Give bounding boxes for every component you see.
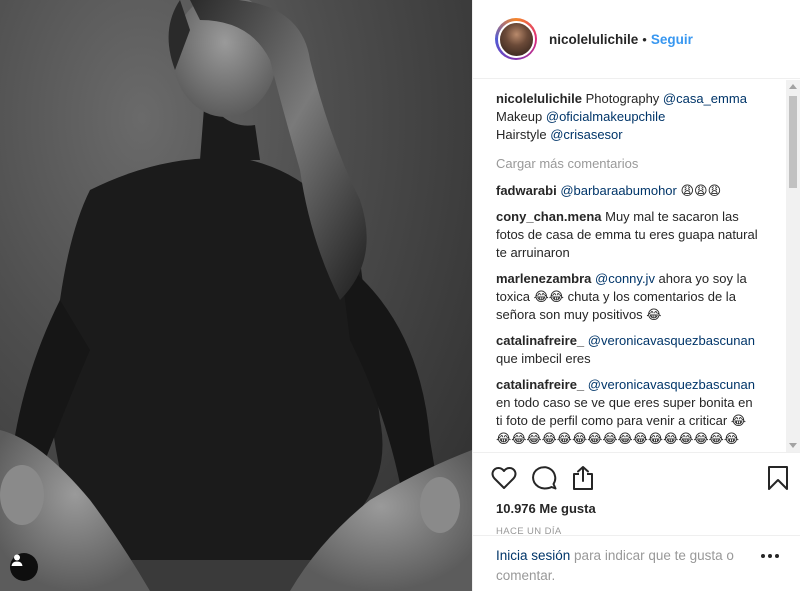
header-separator: • [642, 31, 647, 47]
caption-username[interactable]: nicolelulichile [496, 91, 582, 106]
post-caption: nicolelulichile Photography @casa_emma M… [496, 90, 761, 144]
load-more-comments-button[interactable]: Cargar más comentarios [496, 156, 785, 171]
action-icons-row [487, 459, 800, 497]
caption-mention-3[interactable]: @crisasesor [550, 127, 622, 142]
post-actions: 10.976 Me gusta HACE UN DÍA [473, 452, 800, 537]
comment-text: 😩😩😩 [676, 183, 722, 198]
comment-mention[interactable]: @barbaraabumohor [560, 183, 677, 198]
comment-icon [532, 466, 557, 490]
comment-item: catalinafreire_ @veronicavasquezbascunan… [496, 332, 761, 368]
post-header: nicolelulichile • Seguir [473, 0, 800, 79]
post-photo[interactable] [0, 0, 472, 591]
avatar[interactable] [495, 18, 537, 60]
like-button[interactable] [487, 459, 527, 497]
instagram-post: nicolelulichile • Seguir nicolelulichile… [0, 0, 800, 591]
share-icon [573, 466, 593, 490]
comments-list: nicolelulichile Photography @casa_emma M… [473, 80, 785, 452]
avatar-image [497, 20, 535, 58]
login-prompt: Inicia sesión para indicar que te gusta … [473, 535, 800, 591]
scroll-up-arrow-icon[interactable] [789, 84, 797, 89]
comment-text: en todo caso se ve que eres super bonita… [496, 395, 753, 446]
bookmark-icon [768, 466, 788, 490]
comment-username[interactable]: fadwarabi [496, 183, 557, 198]
photo-illustration [0, 0, 472, 591]
comment-username[interactable]: catalinafreire_ [496, 333, 584, 348]
caption-mention-2[interactable]: @oficialmakeupchile [546, 109, 665, 124]
comment-mention[interactable]: @veronicavasquezbascunan [588, 333, 755, 348]
dot [768, 554, 772, 558]
login-prompt-text: Inicia sesión para indicar que te gusta … [496, 546, 756, 586]
header-username[interactable]: nicolelulichile [549, 32, 638, 47]
comment-item: marlenezambra @conny.jv ahora yo soy la … [496, 270, 761, 324]
comment-username[interactable]: cony_chan.mena [496, 209, 602, 224]
comment-item: cony_chan.mena Muy mal te sacaron las fo… [496, 208, 761, 262]
save-button[interactable] [749, 459, 789, 497]
scroll-down-arrow-icon[interactable] [789, 443, 797, 448]
comment-mention[interactable]: @veronicavasquezbascunan [588, 377, 755, 392]
caption-mention-1[interactable]: @casa_emma [663, 91, 747, 106]
caption-text-2: Makeup [496, 109, 546, 124]
share-button[interactable] [567, 459, 607, 497]
comments-scrollbar[interactable] [786, 80, 800, 452]
caption-text-3: Hairstyle [496, 127, 551, 142]
user-tag-button[interactable] [10, 553, 38, 581]
user-tag-icon [11, 554, 23, 566]
comment-item: fadwarabi @barbaraabumohor 😩😩😩 [496, 182, 761, 200]
comment-username[interactable]: marlenezambra [496, 271, 591, 286]
dot [775, 554, 779, 558]
scrollbar-thumb[interactable] [789, 96, 797, 188]
comment-item: catalinafreire_ @veronicavasquezbascunan… [496, 376, 761, 448]
follow-button[interactable]: Seguir [651, 32, 693, 47]
more-options-icon[interactable] [761, 554, 779, 558]
comment-button[interactable] [527, 459, 567, 497]
comment-text: que imbecil eres [496, 351, 591, 366]
comment-mention[interactable]: @conny.jv [595, 271, 655, 286]
likes-count[interactable]: 10.976 Me gusta [496, 501, 800, 516]
heart-icon [491, 467, 517, 489]
post-side-panel: nicolelulichile • Seguir nicolelulichile… [472, 0, 800, 591]
comment-username[interactable]: catalinafreire_ [496, 377, 584, 392]
dot [761, 554, 765, 558]
caption-text-1: Photography [581, 91, 663, 106]
login-link[interactable]: Inicia sesión [496, 548, 570, 563]
